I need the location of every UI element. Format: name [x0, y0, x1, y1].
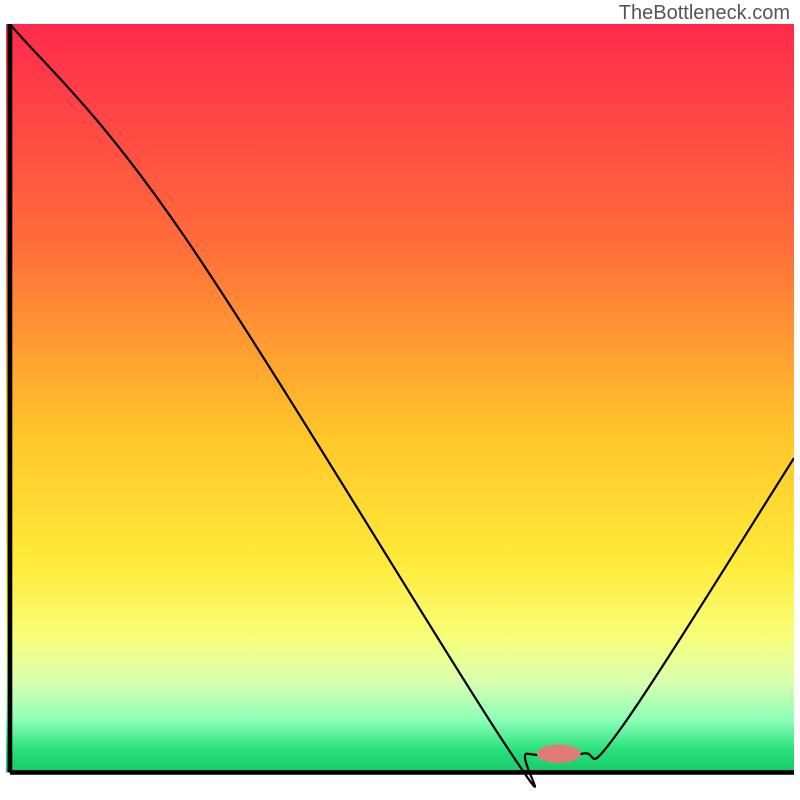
- watermark-text: TheBottleneck.com: [619, 2, 790, 25]
- gradient-background: [6, 24, 794, 772]
- bottleneck-chart: [6, 24, 794, 794]
- optimal-marker: [537, 744, 581, 762]
